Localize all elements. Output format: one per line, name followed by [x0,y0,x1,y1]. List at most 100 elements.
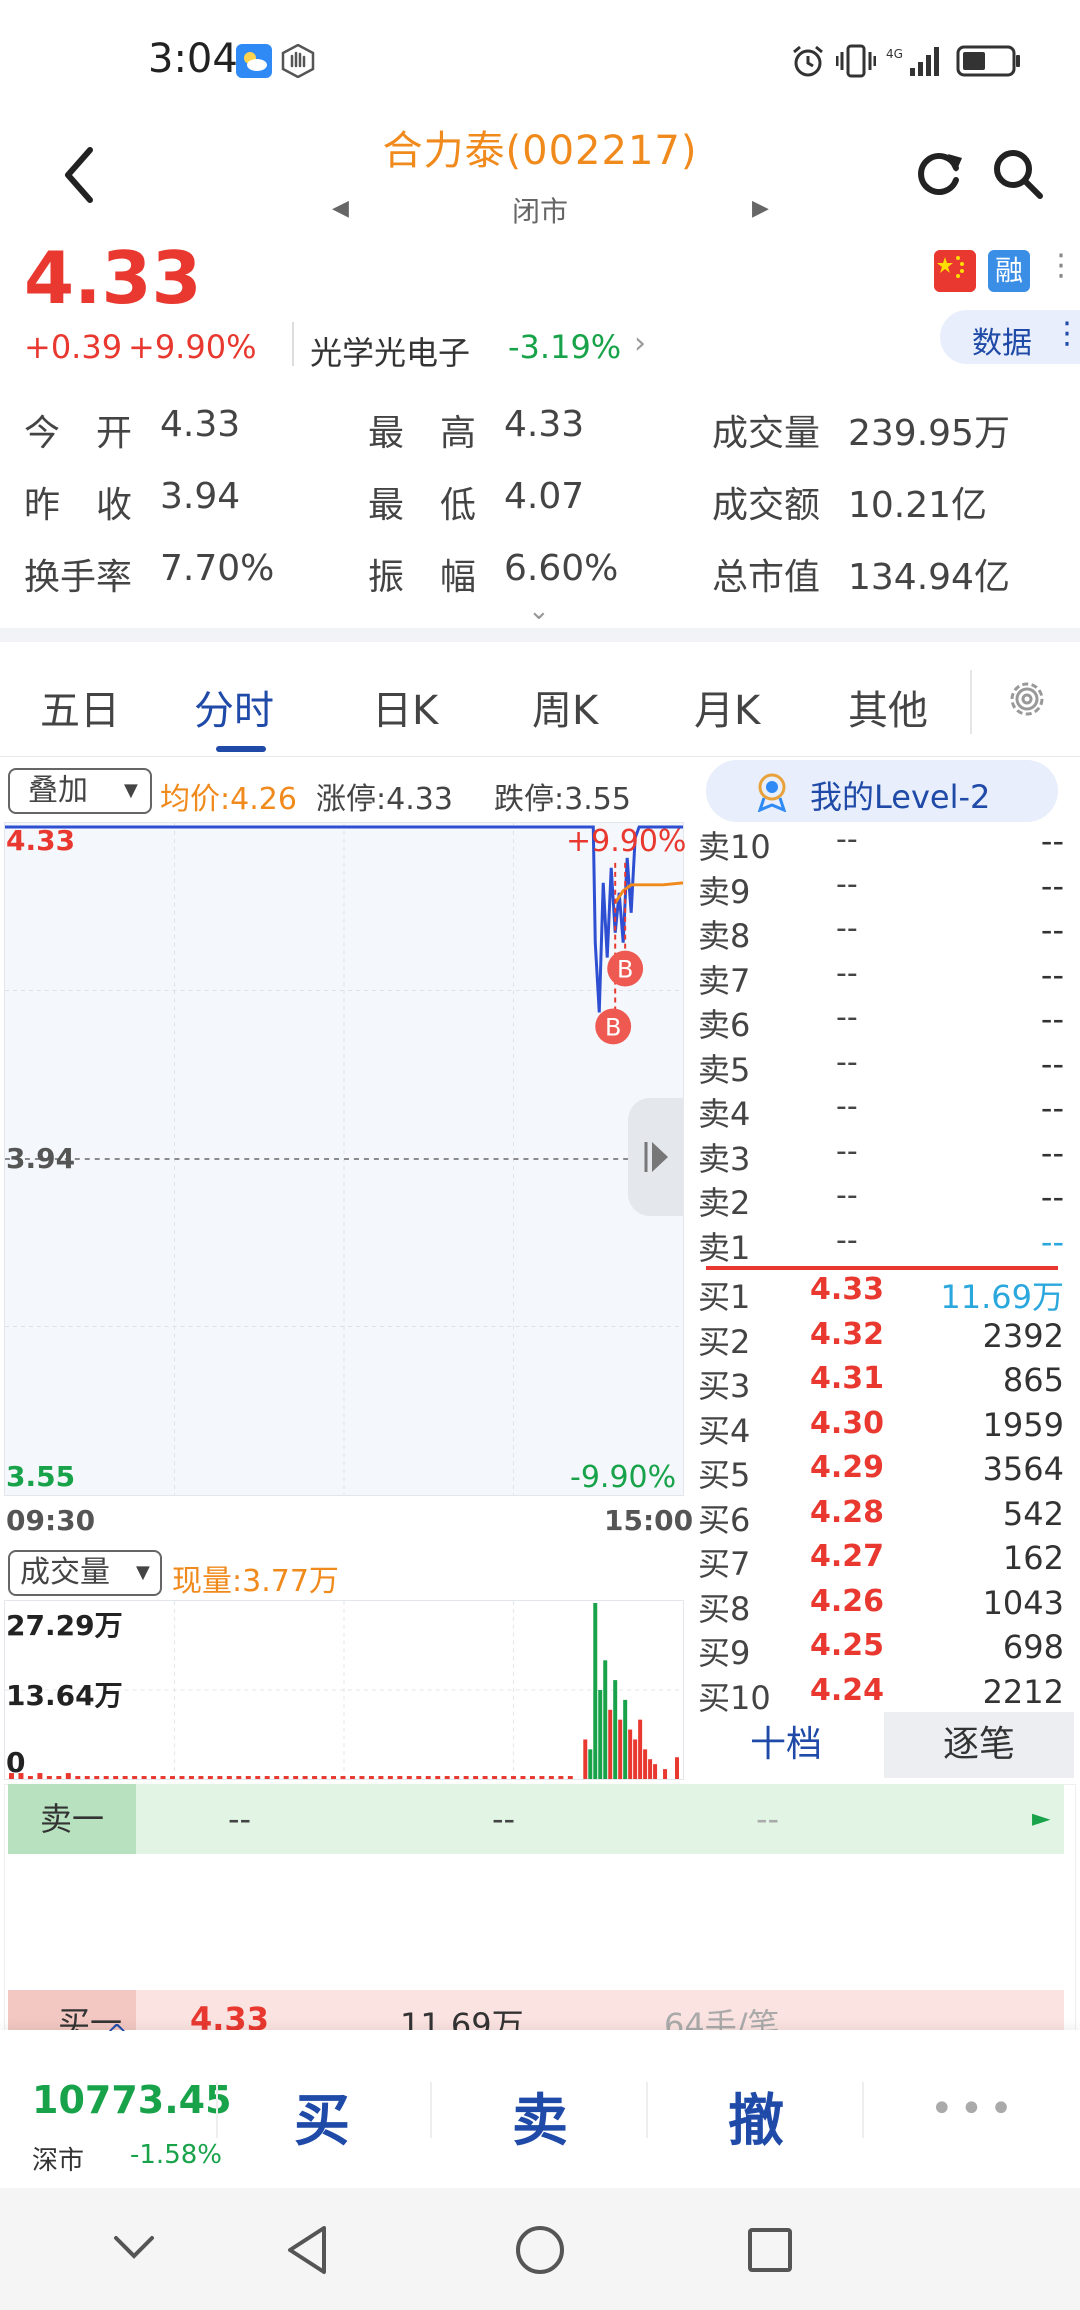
ask-level-row[interactable]: 卖2 -- -- [688,1178,1080,1222]
market-index-name[interactable]: 深市 [32,2140,84,2177]
bid-level-row[interactable]: 买8 4.26 1043 [688,1584,1080,1628]
ask-level-volume: -- [1040,1000,1064,1038]
stat-volume-label: 成交量 [712,413,821,454]
volume-bar [84,1776,90,1779]
level2-label[interactable]: 我的Level-2 [810,772,990,818]
ask-level-row[interactable]: 卖5 -- -- [688,1045,1080,1089]
ask-level-row[interactable]: 卖3 -- -- [688,1134,1080,1178]
tab-week-k[interactable]: 周K [532,678,598,736]
bid-level-label: 买7 [698,1545,751,1583]
sector-name[interactable]: 光学光电子 [310,328,470,374]
bid-level-row[interactable]: 买4 4.30 1959 [688,1406,1080,1450]
expand-stats-chevron-icon[interactable]: ⌄ [528,596,550,626]
nav-down-chevron-icon[interactable] [110,2232,158,2262]
tab-day-k[interactable]: 日K [372,678,438,736]
market-index-percent[interactable]: -1.58% [130,2140,222,2170]
volume-bar [603,1660,608,1779]
stat-amount-value: 10.21亿 [848,485,988,526]
play-icon[interactable] [628,1098,684,1216]
signal-4g-icon: 4G [886,47,939,76]
stat-mktcap-value: 134.94亿 [848,557,1010,598]
ask-level-row[interactable]: 卖10 -- -- [688,822,1080,866]
chevron-down-icon[interactable]: ▼ [136,1562,150,1583]
bid-level-row[interactable]: 买7 4.27 162 [688,1539,1080,1583]
ask-level-row[interactable]: 卖1 -- -- [688,1223,1080,1267]
nav-home-icon[interactable] [514,2224,566,2276]
tab-five-day[interactable]: 五日 [40,678,120,736]
play-arrow-icon[interactable]: ► [1032,1804,1050,1832]
sell1-price: -- [228,1800,252,1838]
ask-level-price: -- [836,1089,858,1124]
vibrate-icon [836,44,876,78]
volume-bar [27,1776,33,1779]
buy-button[interactable]: 买 [294,2076,350,2157]
bid-level-label: 买9 [698,1634,751,1672]
bid-level-volume: 542 [1002,1494,1064,1533]
volume-bar [387,1776,393,1779]
data-more-icon[interactable]: ⋮ [1052,316,1080,351]
stat-turnover-value: 7.70% [160,548,275,589]
divider [216,2082,218,2138]
weather-icon [236,44,272,78]
market-index-value[interactable]: 10773.45 [32,2078,232,2122]
medal-icon[interactable] [754,772,790,812]
tab-other[interactable]: 其他 [848,678,928,736]
ask-level-row[interactable]: 卖7 -- -- [688,956,1080,1000]
tab-month-k[interactable]: 月K [694,678,760,736]
bid-level-row[interactable]: 买9 4.25 698 [688,1628,1080,1672]
chevron-down-icon[interactable]: ▼ [124,780,138,801]
ask-level-price: -- [836,866,858,902]
sell-button[interactable]: 卖 [512,2076,568,2157]
more-icon[interactable]: ⋮ [1046,248,1076,283]
volume-bar [312,1776,318,1779]
next-stock-button[interactable]: ▶ [752,196,769,221]
volume-bar [340,1776,346,1779]
cancel-order-button[interactable]: 撤 [728,2076,784,2157]
tab-tick-by-tick[interactable]: 逐笔 [884,1712,1074,1778]
alarm-icon [793,45,823,77]
ask-level-row[interactable]: 卖8 -- -- [688,911,1080,955]
volume-bar [226,1776,232,1779]
bid-level-row[interactable]: 买3 4.31 865 [688,1361,1080,1405]
volume-bar [75,1776,81,1779]
ask-level-row[interactable]: 卖4 -- -- [688,1089,1080,1133]
volume-bar [132,1776,138,1779]
bid-level-row[interactable]: 买1 4.33 11.69万 [688,1272,1080,1316]
bid-level-label: 买3 [698,1367,751,1405]
data-button-label[interactable]: 数据 [972,318,1032,362]
ask-level-row[interactable]: 卖6 -- -- [688,1000,1080,1044]
ask-level-row[interactable]: 卖9 -- -- [688,867,1080,911]
ask-level-price: -- [836,1133,858,1169]
divider [292,322,294,366]
bid-level-row[interactable]: 买2 4.32 2392 [688,1317,1080,1361]
divider [0,756,1080,757]
tab-intraday[interactable]: 分时 [194,678,274,736]
intraday-chart[interactable]: B B [4,822,684,1496]
section-divider [0,628,1080,642]
chevron-right-icon[interactable]: › [634,326,646,361]
refresh-icon[interactable] [912,146,966,200]
volume-bar [378,1776,384,1779]
chevron-up-icon[interactable]: ^ [106,2020,128,2050]
sector-percent[interactable]: -3.19% [508,328,621,366]
margin-trading-badge[interactable]: 融 [988,250,1030,292]
buy1-row[interactable] [8,1990,1064,2034]
nav-recents-icon[interactable] [746,2226,794,2274]
tab-ten-levels[interactable]: 十档 [688,1712,884,1778]
bid-level-row[interactable]: 买10 4.24 2212 [688,1673,1080,1717]
bid-level-price: 4.27 [810,1539,885,1574]
sell1-row[interactable] [8,1784,1064,1854]
bid-level-row[interactable]: 买6 4.28 542 [688,1495,1080,1539]
chart-drawer-handle[interactable] [628,1098,684,1216]
more-options-button[interactable]: ••• [930,2086,1019,2132]
bid-level-label: 买6 [698,1500,751,1539]
bid-level-row[interactable]: 买5 4.29 3564 [688,1450,1080,1494]
volume-bar [331,1776,337,1779]
volume-bar [444,1776,450,1779]
volume-bar [663,1769,668,1779]
volume-bar [94,1776,100,1779]
bid-level-volume: 1043 [982,1583,1064,1622]
nav-back-icon[interactable] [284,2224,332,2276]
gear-icon[interactable] [1002,674,1052,724]
search-icon[interactable] [990,146,1044,200]
